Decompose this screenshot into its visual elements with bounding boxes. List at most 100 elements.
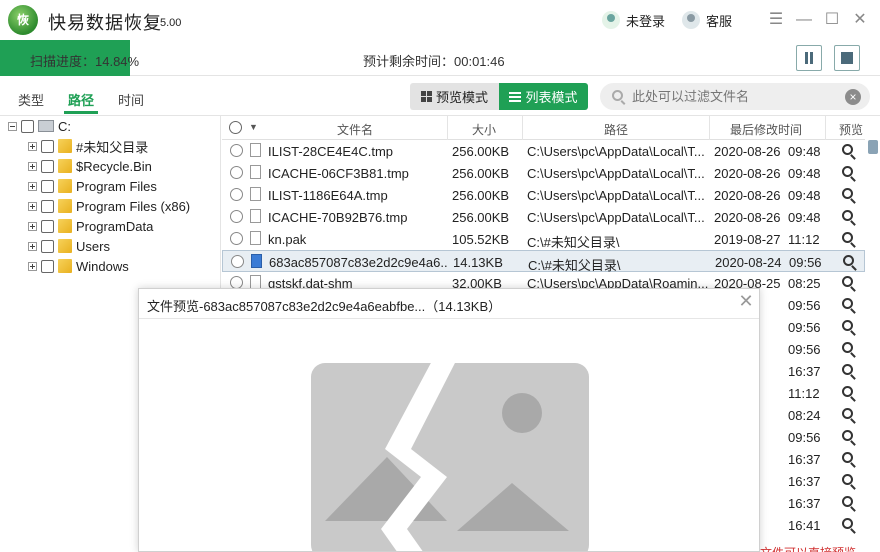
tree-item[interactable]: ProgramData: [28, 216, 153, 236]
tree-item-label: Program Files (x86): [76, 198, 191, 214]
login-label: 未登录: [626, 13, 666, 29]
search-icon: [612, 90, 623, 101]
column-header-modified[interactable]: 最后修改时间: [730, 121, 802, 138]
file-size: 256.00KB: [452, 166, 510, 181]
preview-magnifier-icon[interactable]: [842, 144, 853, 155]
checkbox[interactable]: [41, 199, 54, 213]
list-mode-button[interactable]: 列表模式: [499, 83, 588, 110]
tree-item[interactable]: Windows: [28, 256, 129, 276]
select-all-checkbox[interactable]: [229, 121, 242, 134]
title-bar: 恢 快易数据恢复 5.00 未登录 客服 ☰ — ☐ ✕: [0, 0, 880, 40]
menu-icon[interactable]: ☰: [766, 10, 786, 30]
checkbox[interactable]: [41, 219, 54, 233]
preview-magnifier-icon[interactable]: [842, 188, 853, 199]
tree-item[interactable]: Users: [28, 236, 110, 256]
column-header-size[interactable]: 大小: [472, 121, 496, 138]
login-button[interactable]: 未登录: [602, 10, 665, 30]
table-row[interactable]: ILIST-1186E64A.tmp 256.00KB C:\Users\pc\Ap…: [222, 184, 865, 206]
maximize-icon[interactable]: ☐: [822, 10, 842, 30]
preview-magnifier-icon[interactable]: [842, 474, 853, 485]
row-checkbox[interactable]: [230, 166, 243, 179]
row-checkbox[interactable]: [230, 188, 243, 201]
expand-icon[interactable]: [28, 141, 37, 151]
collapse-icon[interactable]: [8, 121, 17, 131]
folder-icon: [58, 239, 72, 253]
tree-item-label: #未知父目录: [76, 139, 149, 155]
expand-icon[interactable]: [28, 201, 37, 211]
file-name: 683ac857087c83e2d2c9e4a6...: [269, 255, 447, 270]
checkbox[interactable]: [41, 139, 54, 153]
file-time: 09:56: [788, 298, 821, 313]
column-divider: [522, 116, 523, 140]
minimize-icon[interactable]: —: [794, 10, 814, 30]
preview-magnifier-icon[interactable]: [842, 430, 853, 441]
preview-magnifier-icon[interactable]: [842, 518, 853, 529]
column-header-path[interactable]: 路径: [604, 121, 628, 138]
scrollbar-thumb[interactable]: [868, 140, 878, 154]
preview-magnifier-icon[interactable]: [842, 232, 853, 243]
preview-magnifier-icon[interactable]: [842, 166, 853, 177]
preview-magnifier-icon[interactable]: [842, 276, 853, 287]
file-time: 09:56: [788, 430, 821, 445]
expand-icon[interactable]: [28, 261, 37, 271]
clear-icon[interactable]: ×: [845, 89, 861, 105]
expand-icon[interactable]: [28, 181, 37, 191]
preview-mode-button[interactable]: 预览模式: [410, 83, 499, 110]
row-checkbox[interactable]: [230, 144, 243, 157]
tree-root[interactable]: C:: [8, 116, 71, 136]
preview-mode-label: 预览模式: [435, 90, 488, 105]
checkbox[interactable]: [21, 119, 34, 133]
expand-icon[interactable]: [28, 241, 37, 251]
customer-service-button[interactable]: 客服: [682, 10, 732, 30]
file-path: C:\Users\pc\AppData\Local\T...: [527, 144, 705, 159]
column-header-preview[interactable]: 预览: [839, 121, 863, 138]
preview-magnifier-icon[interactable]: [842, 452, 853, 463]
expand-icon[interactable]: [28, 161, 37, 171]
stop-button[interactable]: [834, 45, 860, 71]
checkbox[interactable]: [41, 259, 54, 273]
column-divider: [825, 116, 826, 140]
view-mode-toggle: 预览模式 列表模式: [410, 83, 588, 110]
app-logo-icon: 恢: [8, 5, 38, 35]
preview-magnifier-icon[interactable]: [842, 408, 853, 419]
dialog-close-icon[interactable]: ✕: [737, 292, 755, 310]
table-row[interactable]: ICACHE-06CF3B81.tmp 256.00KB C:\Users\pc\A…: [222, 162, 865, 184]
preview-magnifier-icon[interactable]: [842, 364, 853, 375]
filter-input[interactable]: [632, 87, 842, 106]
active-tab-indicator: [64, 111, 98, 114]
close-icon[interactable]: ✕: [850, 10, 870, 30]
preview-magnifier-icon[interactable]: [842, 298, 853, 309]
row-checkbox[interactable]: [231, 255, 244, 268]
tree-item[interactable]: Program Files (x86): [28, 196, 190, 216]
checkbox[interactable]: [41, 239, 54, 253]
file-size: 256.00KB: [452, 210, 510, 225]
sort-dropdown-icon[interactable]: ▼: [249, 122, 258, 132]
column-header-name[interactable]: 文件名: [337, 121, 373, 138]
preview-magnifier-icon[interactable]: [842, 386, 853, 397]
preview-magnifier-icon[interactable]: [842, 342, 853, 353]
tree-item[interactable]: #未知父目录: [28, 136, 148, 156]
tab-path[interactable]: 路径: [68, 90, 94, 109]
file-size: 14.13KB: [453, 255, 503, 270]
preview-magnifier-icon[interactable]: [842, 320, 853, 331]
preview-magnifier-icon[interactable]: [842, 210, 853, 221]
table-row[interactable]: kn.pak 105.52KB C:\#未知父目录\ 2019-08-27 11:12: [222, 228, 865, 250]
row-checkbox[interactable]: [230, 232, 243, 245]
table-row[interactable]: ILIST-28CE4E4C.tmp 256.00KB C:\Users\pc\Ap…: [222, 140, 865, 162]
file-time: 09:48: [788, 144, 821, 159]
pause-button[interactable]: [796, 45, 822, 71]
expand-icon[interactable]: [28, 221, 37, 231]
preview-magnifier-icon[interactable]: [842, 496, 853, 507]
tab-time[interactable]: 时间: [118, 90, 144, 109]
tree-item[interactable]: Program Files: [28, 176, 157, 196]
file-size: 256.00KB: [452, 144, 510, 159]
checkbox[interactable]: [41, 179, 54, 193]
preview-magnifier-icon[interactable]: [843, 255, 854, 266]
tree-item[interactable]: $Recycle.Bin: [28, 156, 152, 176]
checkbox[interactable]: [41, 159, 54, 173]
table-row[interactable]: 683ac857087c83e2d2c9e4a6... 14.13KB C:\#未知…: [222, 250, 865, 273]
row-checkbox[interactable]: [230, 210, 243, 223]
file-path: C:\Users\pc\AppData\Local\T...: [527, 188, 705, 203]
table-row[interactable]: ICACHE-70B92B76.tmp 256.00KB C:\Users\pc\A…: [222, 206, 865, 228]
tab-type[interactable]: 类型: [18, 90, 44, 109]
